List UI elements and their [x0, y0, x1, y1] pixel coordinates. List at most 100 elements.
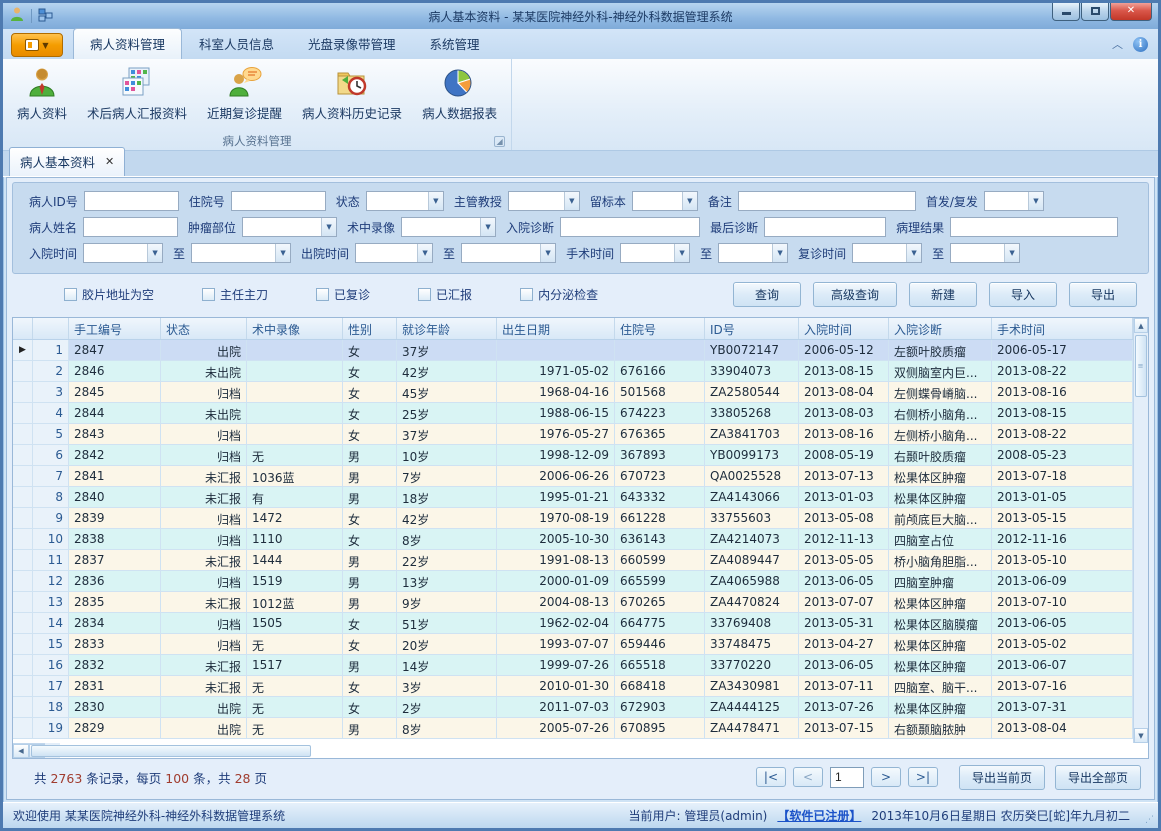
filter-checkbox-option[interactable]: 已汇报	[418, 286, 472, 303]
filter-input[interactable]	[764, 217, 886, 237]
chevron-down-icon[interactable]: ▼	[321, 218, 336, 236]
grid-header-cell[interactable]	[33, 318, 69, 339]
table-row[interactable]: 52843归档女37岁1976-05-27676365ZA38417032013…	[13, 424, 1133, 445]
chevron-down-icon[interactable]: ▼	[540, 244, 555, 262]
grid-header-cell[interactable]: 术中录像	[247, 318, 343, 339]
table-row[interactable]: 92839归档1472女42岁1970-08-19661228337556032…	[13, 508, 1133, 529]
info-icon[interactable]: i	[1133, 37, 1148, 52]
dialog-launcher-icon[interactable]: ◢	[494, 136, 505, 147]
pagination-prev-button[interactable]: <	[793, 767, 823, 787]
horizontal-scrollbar[interactable]: ◀ ▶	[13, 743, 45, 758]
scroll-up-icon[interactable]: ▲	[1134, 318, 1148, 333]
vscroll-thumb[interactable]: ≡	[1135, 335, 1147, 397]
filter-combo[interactable]: ▼	[632, 191, 698, 211]
resize-grip[interactable]: ⋰	[1145, 815, 1155, 825]
grid-header-cell[interactable]	[13, 318, 33, 339]
grid-header-cell[interactable]: 出生日期	[497, 318, 615, 339]
filter-input[interactable]	[950, 217, 1118, 237]
chevron-down-icon[interactable]: ▼	[275, 244, 290, 262]
close-button[interactable]: ✕	[1110, 3, 1152, 21]
table-row[interactable]: 102838归档1110女8岁2005-10-30636143ZA4214073…	[13, 529, 1133, 550]
table-row[interactable]: 62842归档无男10岁1998-12-09367893YB0099173200…	[13, 445, 1133, 466]
chevron-down-icon[interactable]: ▼	[147, 244, 162, 262]
action-button[interactable]: 高级查询	[813, 282, 897, 307]
doc-tab-close-icon[interactable]: ✕	[105, 155, 114, 168]
minimize-button[interactable]	[1052, 3, 1080, 21]
grid-header-cell[interactable]: 性别	[343, 318, 397, 339]
grid-header-cell[interactable]: 就诊年龄	[397, 318, 497, 339]
ribbon-button-patient[interactable]: 病人资料	[7, 61, 77, 132]
table-row[interactable]: 192829出院无男8岁2005-07-26670895ZA4478471201…	[13, 718, 1133, 739]
filter-checkbox-option[interactable]: 主任主刀	[202, 286, 268, 303]
chevron-down-icon[interactable]: ▼	[906, 244, 921, 262]
filter-combo[interactable]: ▼	[620, 243, 690, 263]
filter-combo[interactable]: ▼	[242, 217, 337, 237]
table-row[interactable]: 32845归档女45岁1968-04-16501568ZA25805442013…	[13, 382, 1133, 403]
table-row[interactable]: 112837未汇报1444男22岁1991-08-13660599ZA40894…	[13, 550, 1133, 571]
ribbon-button-reminder[interactable]: 近期复诊提醒	[197, 61, 292, 132]
ribbon-button-calendar[interactable]: 术后病人汇报资料	[77, 61, 197, 132]
checkbox[interactable]	[202, 288, 215, 301]
chevron-down-icon[interactable]: ▼	[480, 218, 495, 236]
filter-checkbox-option[interactable]: 胶片地址为空	[64, 286, 154, 303]
ribbon-tab[interactable]: 系统管理	[413, 28, 497, 59]
table-row[interactable]: ▶12847出院女37岁YB00721472006-05-12左额叶胶质瘤200…	[13, 340, 1133, 361]
table-row[interactable]: 162832未汇报1517男14岁1999-07-266655183377022…	[13, 655, 1133, 676]
filter-input[interactable]	[83, 217, 178, 237]
grid-header-cell[interactable]: 状态	[161, 318, 247, 339]
ribbon-tab[interactable]: 光盘录像带管理	[291, 28, 413, 59]
grid-header-cell[interactable]: ID号	[705, 318, 799, 339]
filter-combo[interactable]: ▼	[718, 243, 788, 263]
checkbox[interactable]	[316, 288, 329, 301]
ribbon-tab[interactable]: 病人资料管理	[73, 28, 182, 59]
filter-combo[interactable]: ▼	[461, 243, 556, 263]
license-link[interactable]: 【软件已注册】	[777, 807, 861, 824]
chevron-down-icon[interactable]: ▼	[1028, 192, 1043, 210]
filter-combo[interactable]: ▼	[191, 243, 291, 263]
chevron-down-icon[interactable]: ▼	[1004, 244, 1019, 262]
page-input[interactable]	[830, 767, 864, 788]
app-menu-button[interactable]: ▼	[11, 33, 63, 57]
table-row[interactable]: 42844未出院女25岁1988-06-15674223338052682013…	[13, 403, 1133, 424]
table-row[interactable]: 172831未汇报无女3岁2010-01-30668418ZA343098120…	[13, 676, 1133, 697]
chevron-down-icon[interactable]: ▼	[772, 244, 787, 262]
filter-checkbox-option[interactable]: 内分泌检查	[520, 286, 598, 303]
pagination-last-button[interactable]: >|	[908, 767, 938, 787]
action-button[interactable]: 新建	[909, 282, 977, 307]
hscroll-thumb[interactable]	[31, 745, 311, 757]
filter-combo[interactable]: ▼	[355, 243, 433, 263]
chevron-down-icon[interactable]: ▼	[674, 244, 689, 262]
pagination-first-button[interactable]: |<	[756, 767, 786, 787]
export-all-pages-button[interactable]: 导出全部页	[1055, 765, 1141, 790]
table-row[interactable]: 72841未汇报1036蓝男7岁2006-06-26670723QA002552…	[13, 466, 1133, 487]
filter-input[interactable]	[560, 217, 700, 237]
ribbon-button-history[interactable]: 病人资料历史记录	[292, 61, 412, 132]
filter-combo[interactable]: ▼	[508, 191, 580, 211]
table-row[interactable]: 82840未汇报有男18岁1995-01-21643332ZA414306620…	[13, 487, 1133, 508]
ribbon-button-report[interactable]: 病人数据报表	[412, 61, 507, 132]
action-button[interactable]: 查询	[733, 282, 801, 307]
action-button[interactable]: 导出	[1069, 282, 1137, 307]
filter-combo[interactable]: ▼	[852, 243, 922, 263]
checkbox[interactable]	[520, 288, 533, 301]
table-row[interactable]: 152833归档无女20岁1993-07-0765944633748475201…	[13, 634, 1133, 655]
filter-combo[interactable]: ▼	[950, 243, 1020, 263]
export-current-page-button[interactable]: 导出当前页	[959, 765, 1045, 790]
filter-combo[interactable]: ▼	[83, 243, 163, 263]
scroll-down-icon[interactable]: ▼	[1134, 728, 1148, 743]
filter-combo[interactable]: ▼	[401, 217, 496, 237]
grid-header-cell[interactable]: 入院诊断	[889, 318, 992, 339]
grid-header-cell[interactable]: 入院时间	[799, 318, 889, 339]
scroll-left-icon[interactable]: ◀	[13, 744, 29, 758]
app-icon[interactable]	[9, 6, 25, 26]
filter-input[interactable]	[231, 191, 326, 211]
grid-header-cell[interactable]: 住院号	[615, 318, 705, 339]
chevron-down-icon[interactable]: ▼	[682, 192, 697, 210]
ribbon-tab[interactable]: 科室人员信息	[182, 28, 291, 59]
doc-tab-patient-info[interactable]: 病人基本资料 ✕	[9, 147, 125, 176]
chevron-down-icon[interactable]: ▼	[417, 244, 432, 262]
layout-icon[interactable]	[38, 7, 53, 26]
chevron-down-icon[interactable]: ▼	[564, 192, 579, 210]
table-row[interactable]: 132835未汇报1012蓝男9岁2004-08-13670265ZA44708…	[13, 592, 1133, 613]
checkbox[interactable]	[418, 288, 431, 301]
